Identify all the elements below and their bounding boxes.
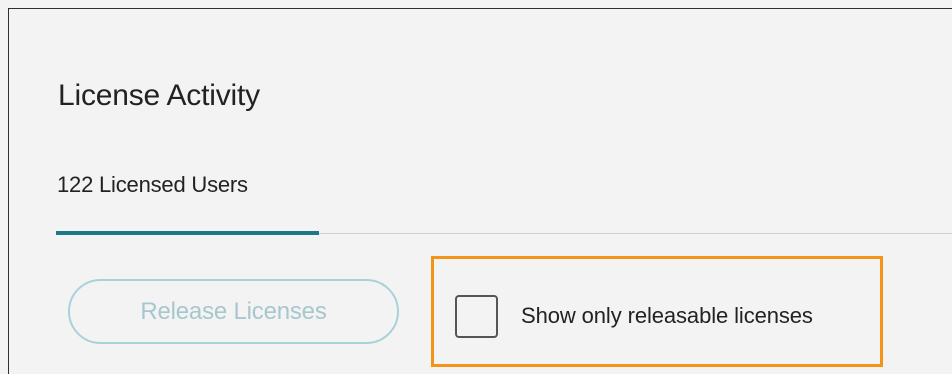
page-title: License Activity [58,79,260,112]
license-activity-panel: License Activity 122 Licensed Users Rele… [8,8,952,374]
show-only-releasable-licenses-checkbox-row[interactable]: Show only releasable licenses [455,291,813,341]
tab-divider [319,233,952,234]
tab-licensed-users[interactable]: 122 Licensed Users [57,172,248,198]
show-only-releasable-licenses-label: Show only releasable licenses [521,303,813,328]
show-only-releasable-licenses-checkbox[interactable] [455,294,498,338]
tab-bar: 122 Licensed Users [9,154,952,245]
release-licenses-button[interactable]: Release Licenses [68,279,399,344]
tab-active-indicator [56,231,319,235]
